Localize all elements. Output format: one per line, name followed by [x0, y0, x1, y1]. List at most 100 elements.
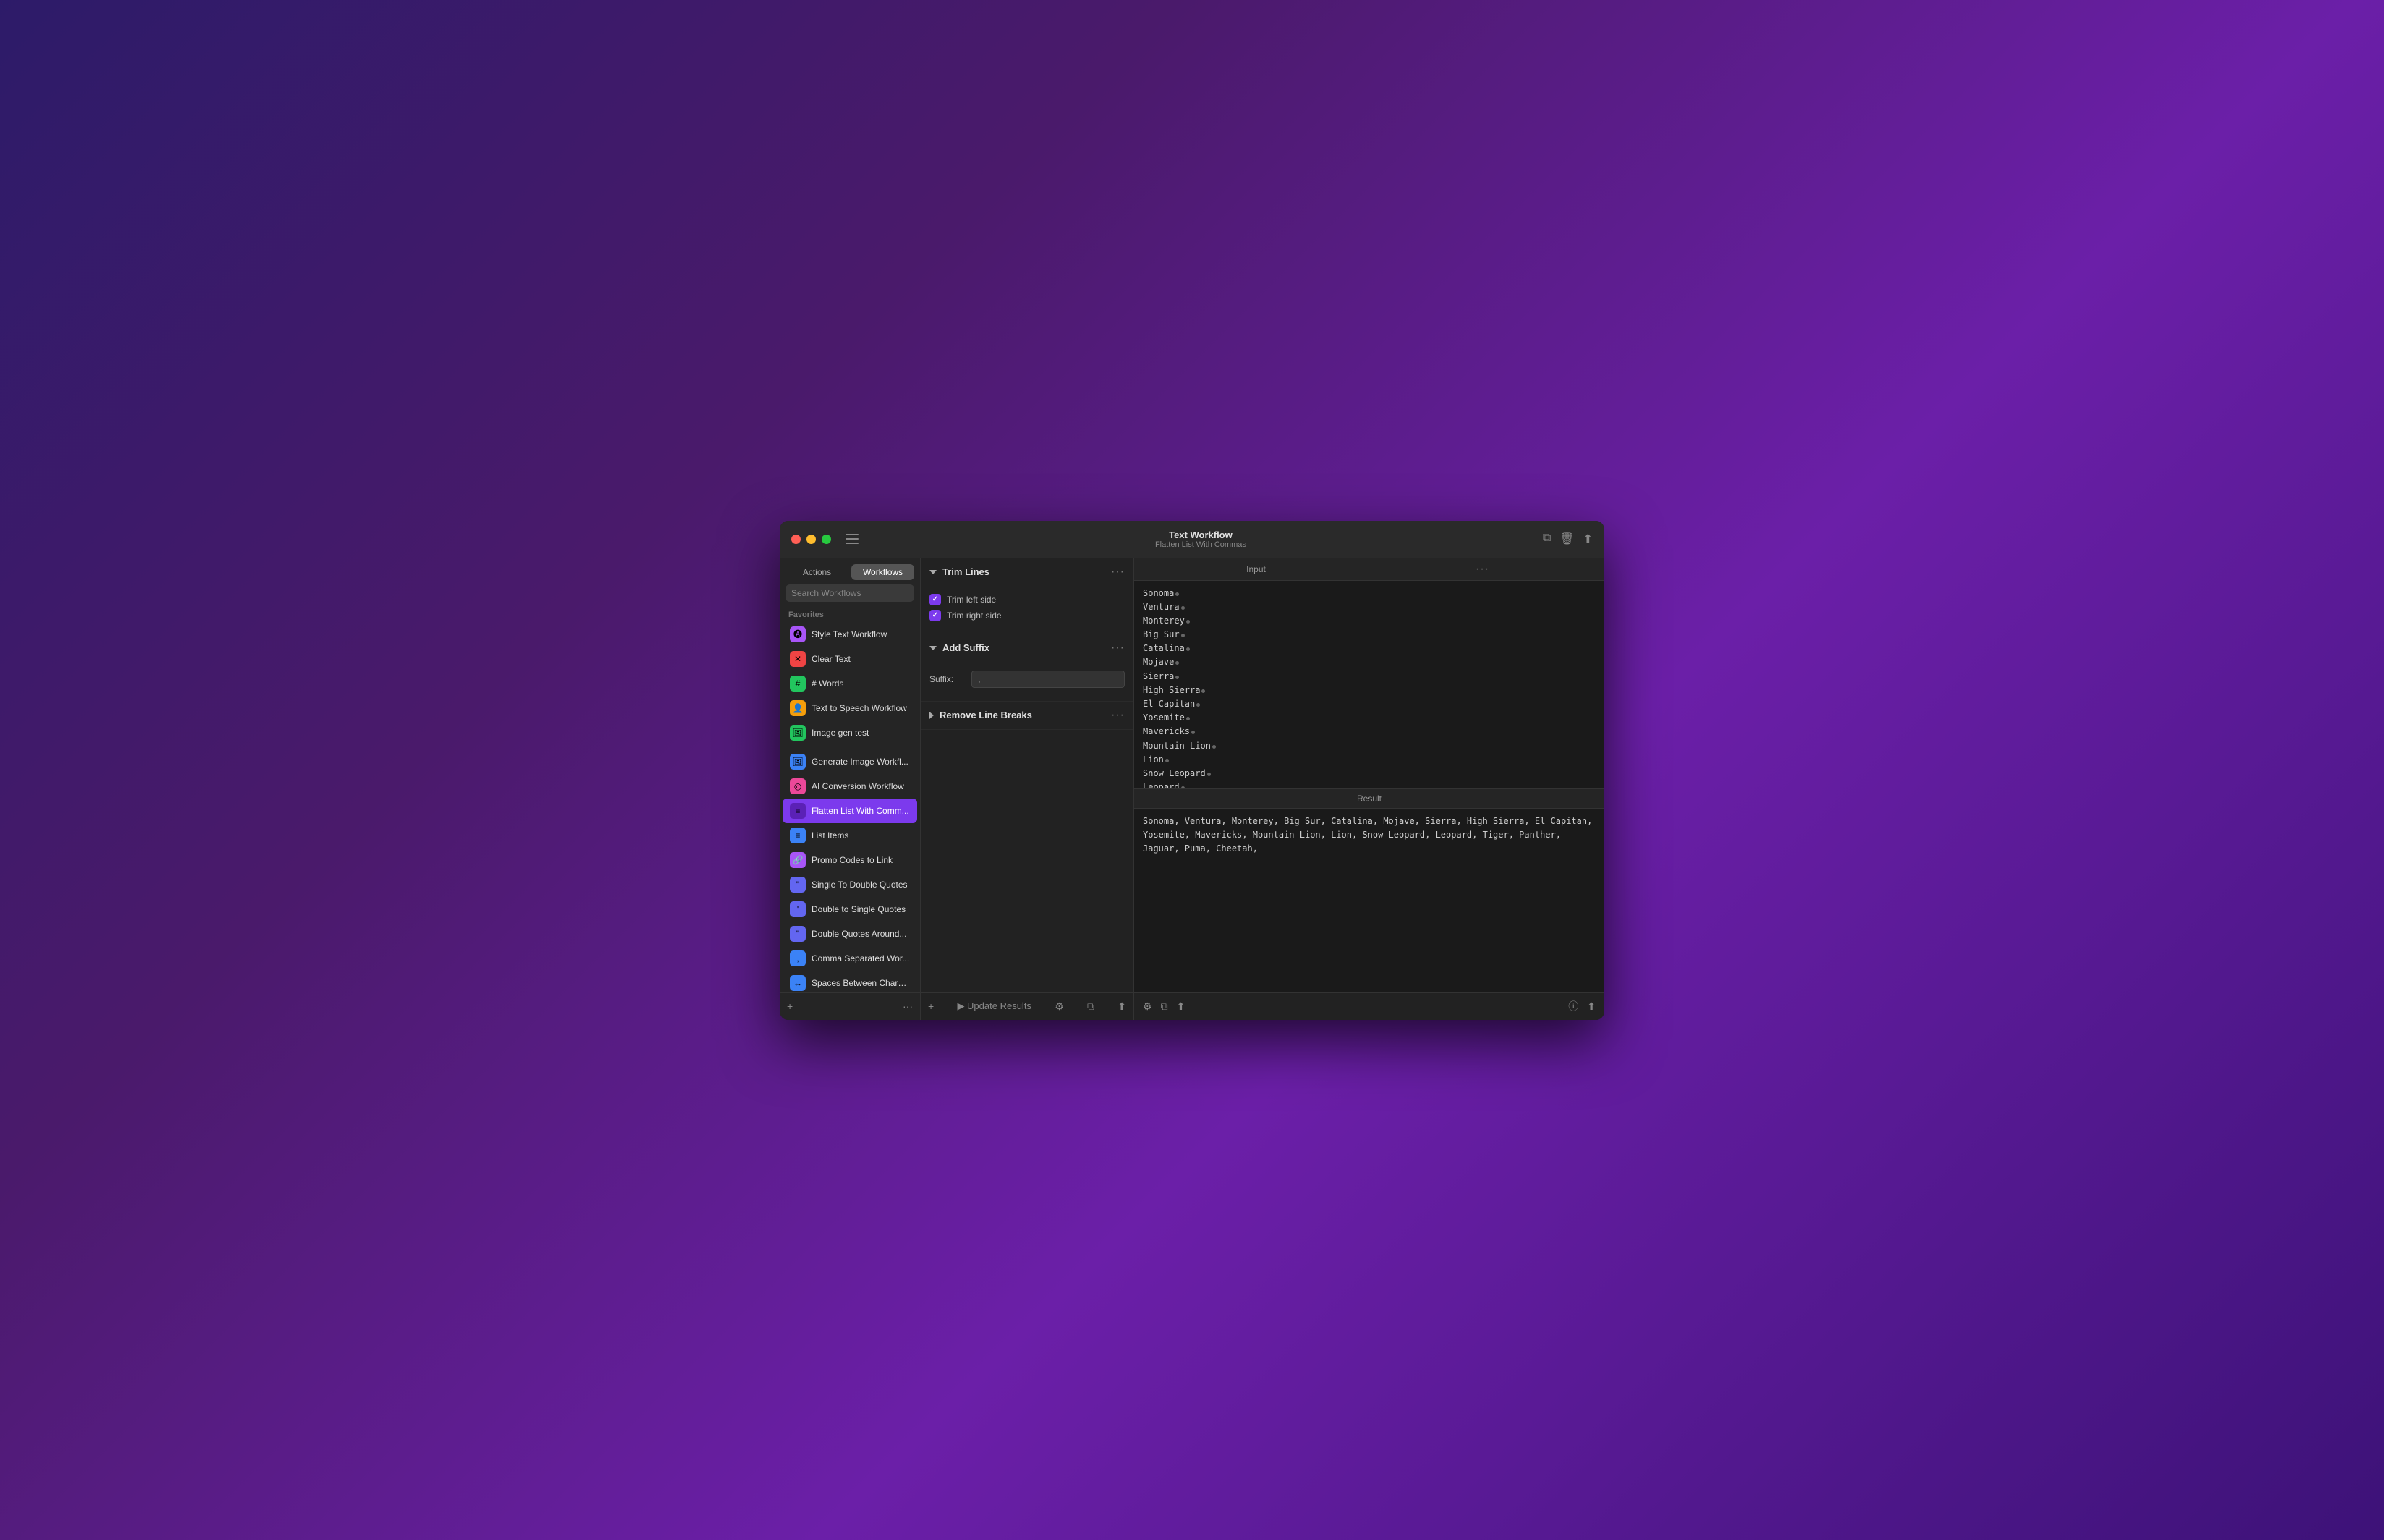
share-result-icon[interactable]: ⬆ [1587, 1000, 1596, 1013]
trim-lines-menu[interactable]: ··· [1111, 566, 1125, 579]
sidebar: Actions Workflows Search Workflows Favor… [780, 558, 921, 1020]
sliders-icon[interactable]: ⚙ [1055, 1000, 1064, 1013]
add-suffix-menu[interactable]: ··· [1111, 642, 1125, 655]
sidebar-item-ai-conv[interactable]: ◎ AI Conversion Workflow [783, 774, 917, 799]
trim-left-label: Trim left side [947, 595, 996, 605]
sidebar-item-list-items[interactable]: ≡ List Items [783, 823, 917, 848]
add-suffix-body: Suffix: [921, 662, 1133, 701]
copy-icon[interactable]: ⧉ [1543, 532, 1551, 546]
search-workflows-input[interactable]: Search Workflows [786, 584, 914, 602]
sidebar-item-gen-image[interactable]: 🖼 Generate Image Workfl... [783, 749, 917, 774]
workflow-panel: Trim Lines ··· Trim left side Trim [921, 558, 1134, 1020]
s2d-icon: " [790, 877, 806, 893]
tab-workflows[interactable]: Workflows [851, 564, 914, 580]
sbc-icon: ↔ [790, 975, 806, 991]
sidebar-item-csv[interactable]: , Comma Separated Wor... [783, 946, 917, 971]
sidebar-item-s2d[interactable]: " Single To Double Quotes [783, 872, 917, 897]
sidebar-item-label-tts: Text to Speech Workflow [812, 703, 907, 713]
input-content[interactable]: SonomaVenturaMontereyBig SurCatalinaMoja… [1134, 581, 1604, 789]
trim-lines-title: Trim Lines [929, 566, 989, 577]
sidebar-item-clear-text[interactable]: ✕ Clear Text [783, 647, 917, 671]
tts-icon: 👤 [790, 700, 806, 716]
input-header-label: Input [1143, 564, 1369, 574]
ai-conv-icon: ◎ [790, 778, 806, 794]
export-workflow-icon[interactable]: ⬆ [1118, 1000, 1126, 1013]
remove-line-breaks-menu[interactable]: ··· [1111, 709, 1125, 722]
sidebar-item-d2s[interactable]: ' Double to Single Quotes [783, 897, 917, 922]
sidebar-more-button[interactable]: ··· [903, 1000, 913, 1012]
suffix-row: Suffix: [929, 668, 1125, 691]
clear-text-icon: ✕ [790, 651, 806, 667]
add-suffix-header[interactable]: Add Suffix ··· [921, 634, 1133, 662]
sidebar-item-dqa[interactable]: " Double Quotes Around... [783, 922, 917, 946]
sidebar-item-label-ai-conv: AI Conversion Workflow [812, 781, 904, 791]
sidebar-item-sbc[interactable]: ↔ Spaces Between Chara... [783, 971, 917, 992]
workflow-footer: + ▶ Update Results ⚙ ⧉ ⬆ [921, 992, 1133, 1020]
sidebar-item-label-promo: Promo Codes to Link [812, 855, 893, 865]
trim-left-checkbox[interactable] [929, 594, 941, 605]
image-gen-icon: 🖼 [790, 725, 806, 741]
tab-actions[interactable]: Actions [786, 564, 848, 580]
close-button[interactable] [791, 535, 801, 544]
sidebar-item-label-list-items: List Items [812, 830, 848, 841]
trim-lines-toggle-icon [929, 570, 937, 574]
trim-right-row: Trim right side [929, 608, 1125, 624]
right-half: Input ··· SonomaVenturaMontereyBig SurCa… [1134, 558, 1604, 1020]
sidebar-item-label-words: # Words [812, 678, 843, 689]
sidebar-item-label-s2d: Single To Double Quotes [812, 880, 908, 890]
bottom-bar-left: ⚙ ⧉ ⬆ [1143, 1000, 1185, 1013]
titlebar-subtitle: Flatten List With Commas [1155, 540, 1246, 549]
csv-icon: , [790, 950, 806, 966]
sidebar-item-tts[interactable]: 👤 Text to Speech Workflow [783, 696, 917, 720]
suffix-input[interactable] [971, 671, 1125, 688]
update-results-button[interactable]: ▶ Update Results [957, 1000, 1031, 1012]
sidebar-item-style-text[interactable]: 🅐 Style Text Workflow [783, 622, 917, 647]
sidebar-toggle-icon[interactable] [846, 534, 859, 544]
workflow-content: Trim Lines ··· Trim left side Trim [921, 558, 1133, 992]
trim-right-checkbox[interactable] [929, 610, 941, 621]
content-area: Trim Lines ··· Trim left side Trim [921, 558, 1604, 1020]
copy-result-icon[interactable]: ⧉ [1161, 1000, 1168, 1013]
promo-icon: 🔗 [790, 852, 806, 868]
result-header-label: Result [1143, 794, 1596, 804]
gen-image-icon: 🖼 [790, 754, 806, 770]
sidebar-item-words[interactable]: # # Words [783, 671, 917, 696]
sidebar-item-label-sbc: Spaces Between Chara... [812, 978, 910, 988]
sidebar-item-label-style-text: Style Text Workflow [812, 629, 887, 639]
titlebar-actions: ⧉ 🗑 ⬆ [1543, 532, 1593, 546]
duplicate-workflow-icon[interactable]: ⧉ [1087, 1000, 1094, 1013]
sidebar-item-label-csv: Comma Separated Wor... [812, 953, 909, 963]
sidebar-item-image-gen[interactable]: 🖼 Image gen test [783, 720, 917, 745]
input-more-menu[interactable]: ··· [1369, 563, 1596, 576]
add-step-button[interactable]: + [928, 1000, 934, 1012]
sidebar-item-label-gen-image: Generate Image Workfl... [812, 757, 908, 767]
remove-line-breaks-section: Remove Line Breaks ··· [921, 702, 1133, 730]
remove-line-breaks-toggle-icon [929, 712, 934, 719]
export-result-icon[interactable]: ⬆ [1177, 1000, 1185, 1013]
result-panel: Result Sonoma, Ventura, Monterey, Big Su… [1134, 789, 1604, 1020]
input-panel-header: Input ··· [1134, 558, 1604, 581]
titlebar-title: Text Workflow [1169, 529, 1233, 540]
sidebar-item-flatten[interactable]: ≡ Flatten List With Comm... [783, 799, 917, 823]
add-suffix-label: Add Suffix [942, 642, 989, 653]
titlebar: Text Workflow Flatten List With Commas ⧉… [780, 521, 1604, 558]
sidebar-item-promo[interactable]: 🔗 Promo Codes to Link [783, 848, 917, 872]
trim-left-row: Trim left side [929, 592, 1125, 608]
minimize-button[interactable] [806, 535, 816, 544]
sliders-icon-result[interactable]: ⚙ [1143, 1000, 1152, 1013]
sidebar-item-label-image-gen: Image gen test [812, 728, 869, 738]
info-icon[interactable]: ⓘ [1568, 999, 1578, 1013]
main-layout: Actions Workflows Search Workflows Favor… [780, 558, 1604, 1020]
maximize-button[interactable] [822, 535, 831, 544]
input-text: SonomaVenturaMontereyBig SurCatalinaMoja… [1143, 588, 1216, 789]
suffix-label: Suffix: [929, 674, 966, 684]
trim-lines-label: Trim Lines [942, 566, 989, 577]
result-content[interactable]: Sonoma, Ventura, Monterey, Big Sur, Cata… [1134, 809, 1604, 992]
remove-line-breaks-header[interactable]: Remove Line Breaks ··· [921, 702, 1133, 729]
sidebar-items: 🅐 Style Text Workflow ✕ Clear Text # # W… [780, 622, 920, 992]
trim-lines-section: Trim Lines ··· Trim left side Trim [921, 558, 1133, 634]
add-workflow-button[interactable]: + [787, 1000, 793, 1012]
share-icon[interactable]: ⬆ [1583, 532, 1593, 546]
trash-icon[interactable]: 🗑 [1559, 532, 1574, 546]
trim-lines-header[interactable]: Trim Lines ··· [921, 558, 1133, 586]
